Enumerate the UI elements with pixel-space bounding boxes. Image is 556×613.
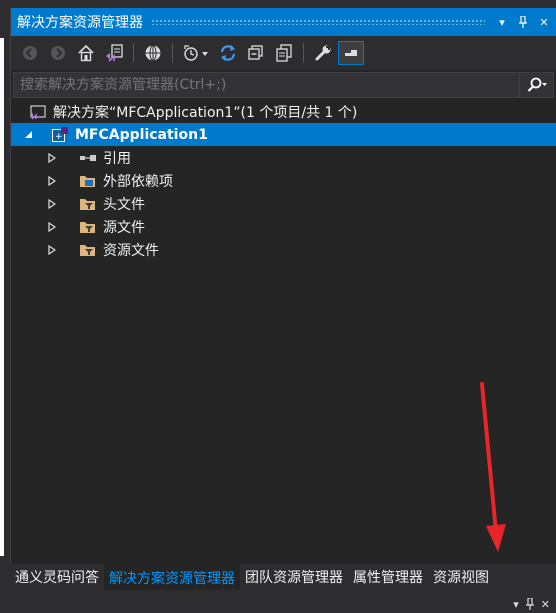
external-deps-folder-icon	[79, 172, 97, 190]
tree-item-references[interactable]: 引用	[11, 146, 556, 169]
titlebar-grip	[151, 19, 485, 25]
close-icon[interactable]: ✕	[541, 598, 550, 613]
toolbar-separator	[133, 43, 134, 63]
header-files-label: 头文件	[103, 196, 145, 213]
forward-icon[interactable]	[45, 41, 71, 65]
expanded-triangle-icon[interactable]	[21, 128, 35, 142]
search-input[interactable]	[14, 77, 519, 93]
tree-item-resource-files[interactable]: 资源文件	[11, 238, 556, 261]
cpp-project-icon: +	[51, 126, 69, 144]
left-edge-highlight	[0, 38, 4, 556]
external-deps-label: 外部依赖项	[103, 173, 173, 190]
references-label: 引用	[103, 150, 131, 167]
home-icon[interactable]	[73, 41, 99, 65]
solution-icon	[29, 103, 47, 121]
show-all-files-icon[interactable]	[271, 41, 297, 65]
solution-label: 解决方案“MFCApplication1”(1 个项目/共 1 个)	[53, 104, 358, 121]
auto-hide-pin-icon[interactable]	[514, 12, 532, 32]
tree-item-header-files[interactable]: 头文件	[11, 192, 556, 215]
back-icon[interactable]	[17, 41, 43, 65]
filter-folder-icon	[79, 218, 97, 236]
pending-changes-icon[interactable]	[179, 41, 213, 65]
tab-resource-view[interactable]: 资源视图	[428, 564, 494, 590]
search-box[interactable]	[13, 72, 554, 98]
panel-toolbar	[11, 36, 556, 70]
source-files-label: 源文件	[103, 219, 145, 236]
preview-icon[interactable]	[338, 41, 364, 65]
refresh-icon[interactable]	[215, 41, 241, 65]
search-icon[interactable]	[519, 73, 553, 97]
filter-folder-icon	[79, 241, 97, 259]
collapsed-triangle-icon[interactable]	[45, 243, 59, 257]
close-icon[interactable]: ✕	[535, 12, 553, 32]
project-label: MFCApplication1	[75, 126, 208, 143]
web-icon[interactable]	[140, 41, 166, 65]
tab-team-explorer[interactable]: 团队资源管理器	[240, 564, 348, 590]
resource-files-label: 资源文件	[103, 242, 159, 259]
window-position-dropdown-icon[interactable]: ▾	[513, 598, 519, 613]
collapsed-triangle-icon[interactable]	[45, 197, 59, 211]
bottom-tab-strip: 通义灵码问答 解决方案资源管理器 团队资源管理器 属性管理器 资源视图	[10, 564, 556, 590]
left-window-edge	[0, 0, 10, 613]
tab-property-manager[interactable]: 属性管理器	[348, 564, 428, 590]
tree-item-external-deps[interactable]: 外部依赖项	[11, 169, 556, 192]
next-panel-buttons: ▾ ✕	[513, 597, 550, 613]
properties-icon[interactable]	[310, 41, 336, 65]
next-panel-titlebar: ▾ ✕	[0, 590, 556, 613]
collapsed-triangle-icon[interactable]	[45, 151, 59, 165]
panel-title: 解决方案资源管理器	[17, 15, 143, 31]
switch-views-icon[interactable]	[101, 41, 127, 65]
toolbar-separator	[303, 43, 304, 63]
filter-folder-icon	[79, 195, 97, 213]
auto-hide-pin-icon[interactable]	[525, 597, 535, 613]
annotation-arrow-icon	[480, 382, 506, 552]
tab-solution-explorer[interactable]: 解决方案资源管理器	[104, 564, 240, 590]
collapse-all-icon[interactable]	[243, 41, 269, 65]
tree-project-node[interactable]: + MFCApplication1	[11, 123, 556, 146]
references-icon	[79, 149, 97, 167]
tab-tongyi-lingma[interactable]: 通义灵码问答	[10, 564, 104, 590]
collapsed-triangle-icon[interactable]	[45, 174, 59, 188]
tree-item-source-files[interactable]: 源文件	[11, 215, 556, 238]
collapsed-triangle-icon[interactable]	[45, 220, 59, 234]
solution-tree: 解决方案“MFCApplication1”(1 个项目/共 1 个) + MFC…	[11, 100, 556, 261]
panel-titlebar[interactable]: 解决方案资源管理器 ▾ ✕	[11, 8, 556, 36]
tree-solution-node[interactable]: 解决方案“MFCApplication1”(1 个项目/共 1 个)	[11, 100, 556, 123]
toolbar-separator	[172, 43, 173, 63]
window-position-dropdown-icon[interactable]: ▾	[493, 12, 511, 32]
